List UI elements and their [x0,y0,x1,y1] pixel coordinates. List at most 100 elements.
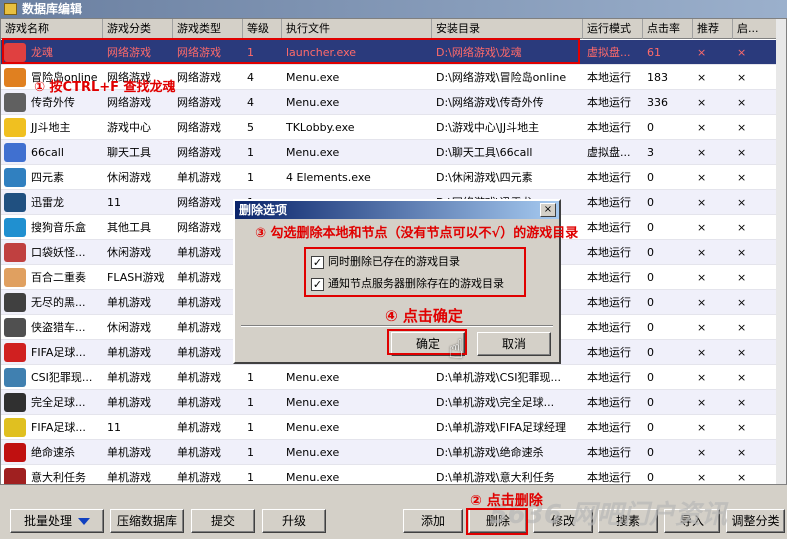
col-run-mode-cell: 本地运行 [587,196,631,209]
col-startup-header[interactable]: 启... [733,19,778,39]
submit-button[interactable]: 提交 [191,509,255,533]
col-clicks-cell: 0 [647,196,654,209]
col-exe-cell: Menu.exe [286,371,340,384]
col-startup-cell: × [737,421,747,434]
col-clicks-header[interactable]: 点击率 [643,19,693,39]
col-install-dir-header[interactable]: 安装目录 [432,19,583,39]
table-row[interactable]: 66call 聊天工具 网络游戏 1 Menu.exe D:\聊天工具\66call 虚拟盘… [1,140,786,165]
table-row[interactable]: 绝命速杀 单机游戏 单机游戏 1 Menu.exe D:\单机游戏\绝命速杀 本地运行 0 × × [1,440,786,465]
col-run-mode-header[interactable]: 运行模式 [583,19,643,39]
annotation-step3: ③ 勾选删除本地和节点（没有节点可以不√）的游戏目录 [255,226,579,241]
col-run-mode-cell: 本地运行 [587,221,631,234]
col-run-mode-cell: 本地运行 [587,246,631,259]
col-recommend-cell: × [697,296,707,309]
col-game-name-header[interactable]: 游戏名称 [1,19,103,39]
col-startup-cell: × [737,196,747,209]
dialog-cancel-button[interactable]: 取消 [477,332,551,356]
col-game-name-cell: FIFA足球... [31,421,86,434]
col-type-header[interactable]: 游戏类型 [173,19,243,39]
col-recommend-cell: × [697,71,707,84]
col-run-mode-cell: 本地运行 [587,296,631,309]
col-run-mode-cell: 本地运行 [587,321,631,334]
batch-process-label: 批量处理 [23,514,72,528]
col-recommend-cell: × [697,221,707,234]
table-row[interactable]: CSI犯罪现... 单机游戏 单机游戏 1 Menu.exe D:\单机游戏\CSI犯罪现… [1,365,786,390]
col-run-mode-cell: 虚拟盘... [587,146,631,159]
col-startup-cell: × [737,296,747,309]
compress-db-button[interactable]: 压缩数据库 [110,509,184,533]
col-clicks-cell: 0 [647,171,654,184]
col-run-mode-cell: 本地运行 [587,71,631,84]
table-header: 游戏名称 游戏分类 游戏类型 等级 执行文件 安装目录 运行模式 点击率 推荐 启... [1,19,786,39]
col-type-cell: 单机游戏 [177,171,221,184]
window-title: 数据库编辑 [22,2,83,16]
col-recommend-cell: × [697,246,707,259]
table-row[interactable]: 意大利任务 单机游戏 单机游戏 1 Menu.exe D:\单机游戏\意大利任务 本地运行 0… [1,465,786,484]
col-startup-cell: × [737,396,747,409]
col-type-cell: 网络游戏 [177,96,221,109]
col-game-name-cell: JJ斗地主 [31,121,71,134]
col-clicks-cell: 183 [647,71,668,84]
col-exe-cell: Menu.exe [286,146,340,159]
col-startup-cell: × [737,346,747,359]
col-game-name-cell: 搜狗音乐盒 [31,221,86,234]
col-install-dir-cell: D:\单机游戏\完全足球... [436,396,555,409]
col-clicks-cell: 336 [647,96,668,109]
window-titlebar: 数据库编辑 [0,0,787,18]
col-category-cell: 11 [107,196,121,209]
col-level-cell: 5 [247,121,254,134]
col-category-cell: 单机游戏 [107,296,151,309]
col-startup-cell: × [737,246,747,259]
col-category-cell: 休闲游戏 [107,321,151,334]
col-type-cell: 单机游戏 [177,471,221,484]
col-recommend-cell: × [697,171,707,184]
table-row[interactable]: 完全足球... 单机游戏 单机游戏 1 Menu.exe D:\单机游戏\完全足球... 本… [1,390,786,415]
col-clicks-cell: 0 [647,296,654,309]
col-run-mode-cell: 本地运行 [587,346,631,359]
col-install-dir-cell: D:\游戏中心\JJ斗地主 [436,121,540,134]
col-recommend-cell: × [697,396,707,409]
col-exe-header[interactable]: 执行文件 [282,19,432,39]
col-install-dir-cell: D:\休闲游戏\四元素 [436,171,533,184]
col-clicks-cell: 0 [647,346,654,359]
col-run-mode-cell: 本地运行 [587,446,631,459]
col-game-name-cell: 完全足球... [31,396,86,409]
col-exe-cell: Menu.exe [286,96,340,109]
col-game-name-cell: FIFA足球... [31,346,86,359]
col-category-cell: 休闲游戏 [107,171,151,184]
adjust-category-button[interactable]: 调整分类 [726,509,785,533]
table-row[interactable]: 四元素 休闲游戏 单机游戏 1 4 Elements.exe D:\休闲游戏\四元素 本地运… [1,165,786,190]
col-type-cell: 单机游戏 [177,421,221,434]
col-level-cell: 1 [247,421,254,434]
col-startup-cell: × [737,371,747,384]
col-game-name-cell: 迅雷龙 [31,196,64,209]
col-recommend-cell: × [697,46,707,59]
col-clicks-cell: 0 [647,421,654,434]
vertical-scrollbar[interactable] [776,19,786,484]
table-row[interactable]: JJ斗地主 游戏中心 网络游戏 5 TKLobby.exe D:\游戏中心\JJ斗地主 本地… [1,115,786,140]
upgrade-button[interactable]: 升级 [262,509,326,533]
dropdown-arrow-icon [78,518,90,525]
batch-process-button[interactable]: 批量处理 [10,509,104,533]
col-category-cell: FLASH游戏 [107,271,165,284]
col-clicks-cell: 0 [647,446,654,459]
col-clicks-cell: 61 [647,46,661,59]
col-startup-cell: × [737,271,747,284]
col-recommend-cell: × [697,321,707,334]
col-recommend-header[interactable]: 推荐 [693,19,733,39]
col-startup-cell: × [737,71,747,84]
col-category-header[interactable]: 游戏分类 [103,19,173,39]
col-run-mode-cell: 本地运行 [587,96,631,109]
col-game-name-cell: 口袋妖怪... [31,246,86,259]
col-level-header[interactable]: 等级 [243,19,282,39]
col-type-cell: 网络游戏 [177,71,221,84]
col-game-name-cell: 意大利任务 [31,471,86,484]
col-recommend-cell: × [697,471,707,484]
col-startup-cell: × [737,46,747,59]
add-button[interactable]: 添加 [403,509,463,533]
col-game-name-cell: 百合二重奏 [31,271,86,284]
col-recommend-cell: × [697,421,707,434]
table-row[interactable]: FIFA足球... 11 单机游戏 1 Menu.exe D:\单机游戏\FIFA足球经理… [1,415,786,440]
dialog-close-button[interactable]: × [540,203,556,217]
col-install-dir-cell: D:\单机游戏\CSI犯罪现... [436,371,561,384]
